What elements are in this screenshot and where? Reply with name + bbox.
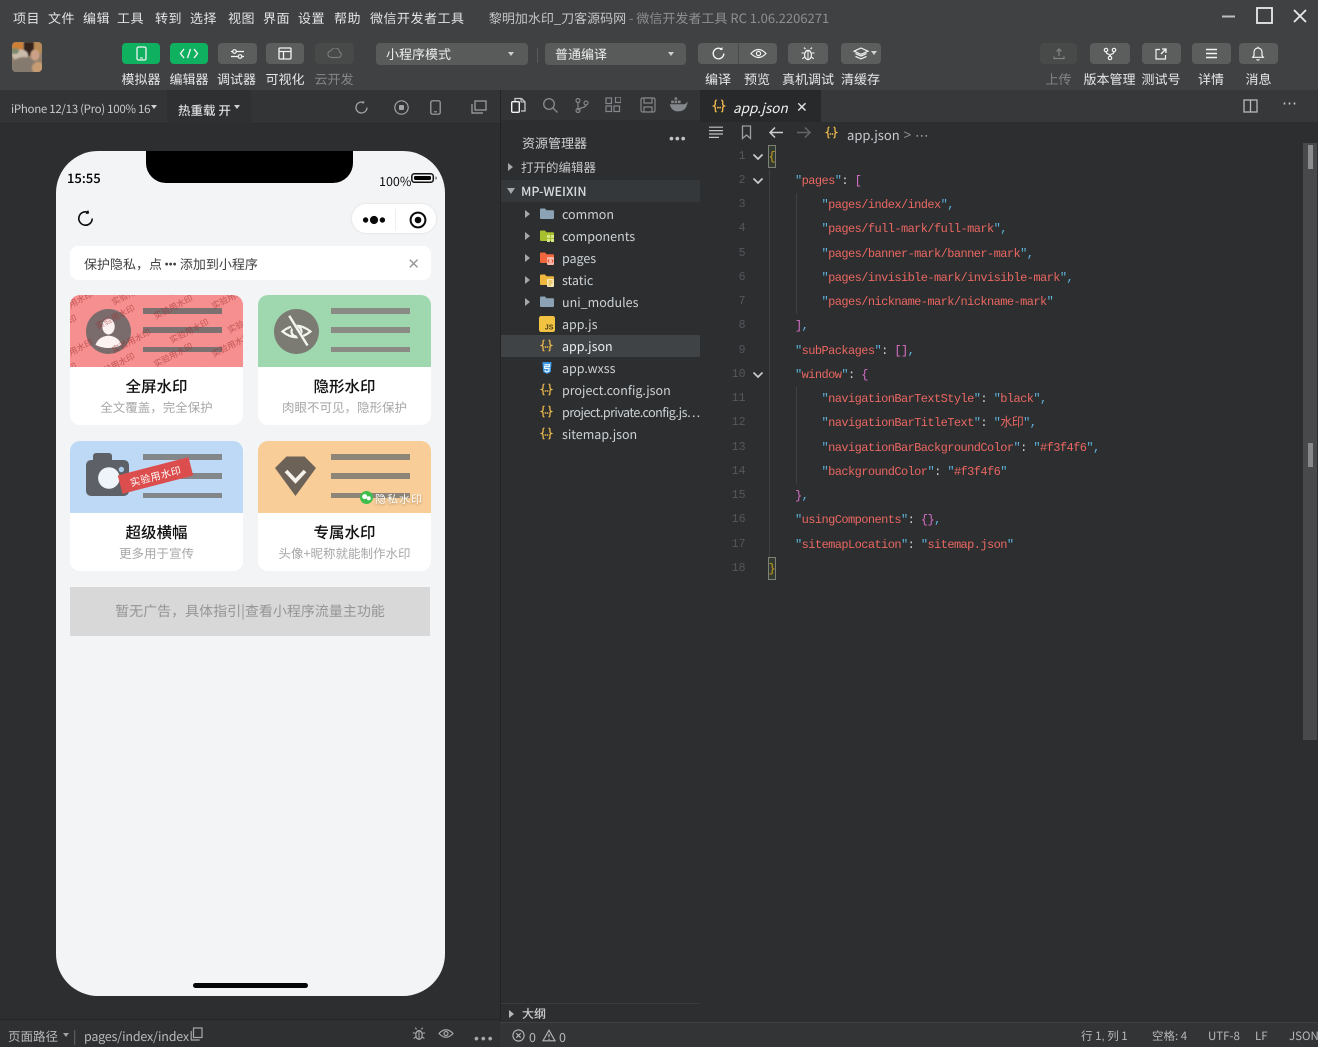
svg-text:JS: JS <box>545 324 554 331</box>
